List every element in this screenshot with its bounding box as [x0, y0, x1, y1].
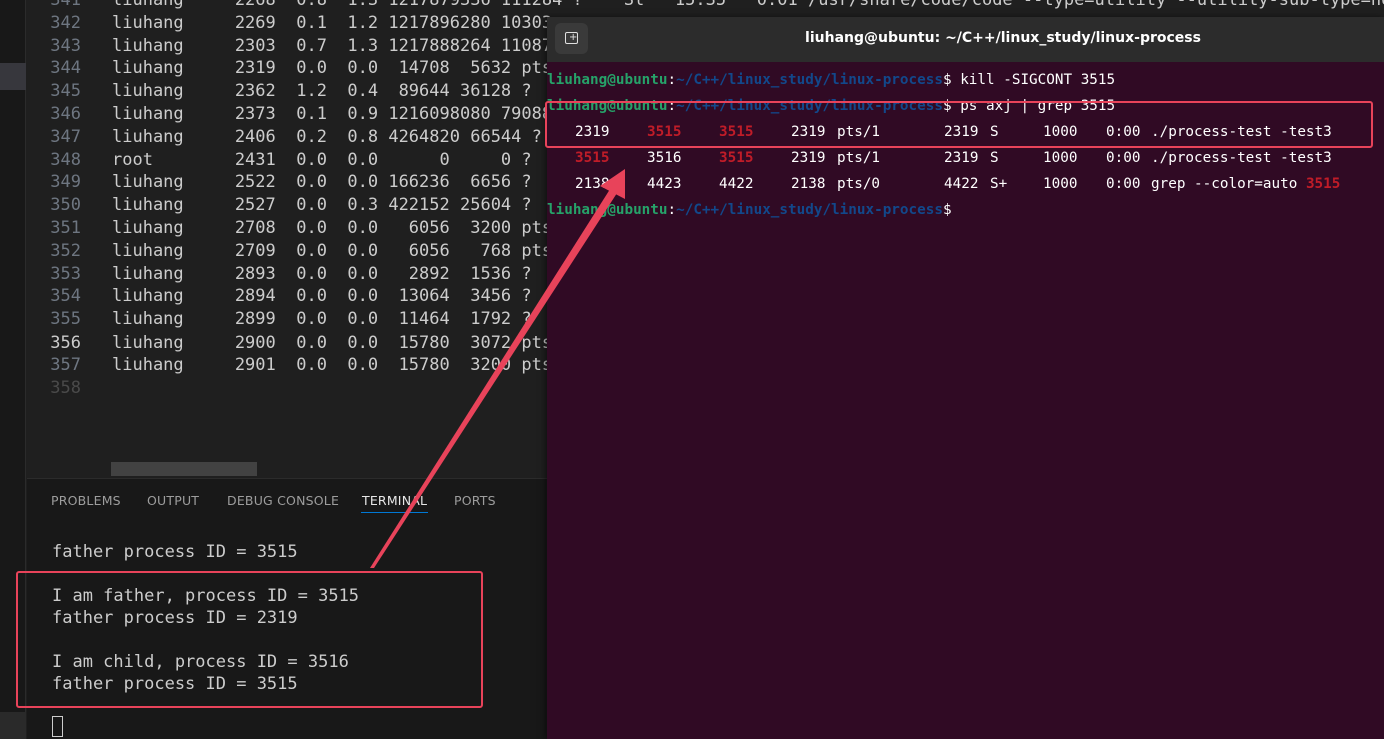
ps-row: 3515 3516 3515 2319 pts/1 2319 S 1000 0:… [547, 145, 1384, 171]
line-number: 353 [50, 263, 81, 284]
ps-tpgid: 4422 [944, 176, 979, 192]
prompt-separator: : [667, 202, 677, 218]
active-tab-indicator [361, 512, 428, 513]
line-text: root 2431 0.0 0.0 0 0 ? [112, 149, 532, 170]
ps-pid: 3516 [647, 150, 682, 166]
tab-output[interactable]: OUTPUT [147, 493, 199, 508]
tab-debug-console[interactable]: DEBUG CONSOLE [227, 493, 339, 508]
ps-pid: 4423 [647, 176, 682, 192]
new-tab-button[interactable]: + [555, 23, 588, 54]
activity-bar-active-item[interactable] [0, 63, 26, 90]
ps-uid: 1000 [1043, 176, 1078, 192]
line-number: 350 [50, 195, 81, 216]
annotation-box-left [16, 571, 483, 708]
ps-tty: pts/1 [837, 150, 881, 166]
line-text: liuhang 2708 0.0 0.0 6056 3200 pts [112, 217, 553, 238]
line-number: 343 [50, 35, 81, 56]
line-text: liuhang 2900 0.0 0.0 15780 3072 pts [112, 332, 553, 353]
new-tab-icon: + [565, 32, 578, 44]
line-text: liuhang 2362 1.2 0.4 89644 36128 ? [112, 81, 532, 102]
line-number: 342 [50, 12, 81, 33]
line-number: 346 [50, 103, 81, 124]
line-text: liuhang 2893 0.0 0.0 2892 1536 ? [112, 263, 532, 284]
terminal-cursor [52, 716, 63, 737]
line-number: 354 [50, 286, 81, 307]
ps-stat: S [990, 150, 999, 166]
prompt-symbol: $ [942, 202, 952, 218]
line-number: 352 [50, 240, 81, 261]
ps-uid: 1000 [1043, 150, 1078, 166]
grep-match: 3515 [1305, 176, 1341, 192]
line-text: liuhang 2894 0.0 0.0 13064 3456 ? [112, 286, 532, 307]
ps-pgid: 4422 [719, 176, 754, 192]
line-text: liuhang 2527 0.0 0.3 422152 25604 ? [112, 195, 532, 216]
prompt-symbol: $ [942, 72, 952, 88]
command-line: liuhang@ubuntu:~/C++/linux_study/linux-p… [547, 67, 1384, 93]
ps-command-text: grep --color=auto [1151, 176, 1306, 192]
line-text: liuhang 2899 0.0 0.0 11464 1792 ? [112, 309, 532, 330]
ps-command: ./process-test -test3 [1151, 150, 1332, 166]
line-number: 355 [50, 309, 81, 330]
line-number: 344 [50, 58, 81, 79]
line-number: 358 [50, 377, 81, 398]
line-number: 357 [50, 354, 81, 375]
ps-pgid: 3515 [719, 150, 754, 166]
line-text: liuhang 2373 0.1 0.9 1216098080 79088 [112, 103, 553, 124]
ps-time: 0:00 [1106, 150, 1141, 166]
ps-time: 0:00 [1106, 176, 1141, 192]
ps-tty: pts/0 [837, 176, 881, 192]
line-text: liuhang 2269 0.1 1.2 1217896280 10303 [112, 12, 553, 33]
line-number: 349 [50, 172, 81, 193]
line-number: 341 [50, 0, 81, 10]
prompt-user: liuhang@ubuntu [547, 72, 668, 88]
ps-ppid: 2138 [575, 176, 610, 192]
terminal-line: father process ID = 3515 [52, 542, 298, 562]
activity-bar-bottom-item[interactable] [0, 712, 26, 739]
prompt-path: ~/C++/linux_study/linux-process [676, 202, 943, 218]
line-text: liuhang 2901 0.0 0.0 15780 3200 pts [112, 354, 553, 375]
tab-problems[interactable]: PROBLEMS [51, 493, 121, 508]
prompt-user: liuhang@ubuntu [547, 202, 668, 218]
ps-tpgid: 2319 [944, 150, 979, 166]
ps-stat: S+ [990, 176, 1008, 192]
line-text: liuhang 2406 0.2 0.8 4264820 66544 ? [112, 126, 542, 147]
tab-ports[interactable]: PORTS [454, 493, 496, 508]
command-line: liuhang@ubuntu:~/C++/linux_study/linux-p… [547, 197, 1384, 223]
prompt-separator: : [667, 72, 677, 88]
tab-terminal[interactable]: TERMINAL [362, 493, 427, 508]
line-text: liuhang 2709 0.0 0.0 6056 768 pts [112, 240, 553, 261]
line-text: liuhang 2522 0.0 0.0 166236 6656 ? [112, 172, 532, 193]
ps-row: 2138 4423 4422 2138 pts/0 4422 S+ 1000 0… [547, 171, 1384, 197]
ps-ppid: 3515 [575, 150, 610, 166]
gnome-terminal-window: + liuhang@ubuntu: ~/C++/linux_study/linu… [545, 17, 1384, 739]
command-text: kill -SIGCONT 3515 [960, 72, 1116, 88]
line-text: liuhang 2268 0.8 1.3 1217879336 111284 ?… [112, 0, 1384, 10]
terminal-content[interactable]: liuhang@ubuntu:~/C++/linux_study/linux-p… [545, 67, 1384, 223]
ps-sid: 2319 [791, 150, 826, 166]
horizontal-scrollbar[interactable] [111, 462, 257, 476]
prompt-path: ~/C++/linux_study/linux-process [676, 72, 943, 88]
line-text: liuhang 2319 0.0 0.0 14708 5632 pts [112, 58, 553, 79]
ps-command: grep --color=auto 3515 [1151, 171, 1340, 197]
terminal-headerbar: + liuhang@ubuntu: ~/C++/linux_study/linu… [547, 17, 1384, 62]
line-number: 348 [50, 149, 81, 170]
terminal-title: liuhang@ubuntu: ~/C++/linux_study/linux-… [805, 30, 1201, 46]
annotation-box-right [545, 101, 1373, 148]
ps-sid: 2138 [791, 176, 826, 192]
line-number: 347 [50, 126, 81, 147]
line-number: 345 [50, 81, 81, 102]
line-number: 351 [50, 217, 81, 238]
line-text: liuhang 2303 0.7 1.3 1217888264 11087 [112, 35, 553, 56]
line-number: 356 [50, 332, 81, 353]
